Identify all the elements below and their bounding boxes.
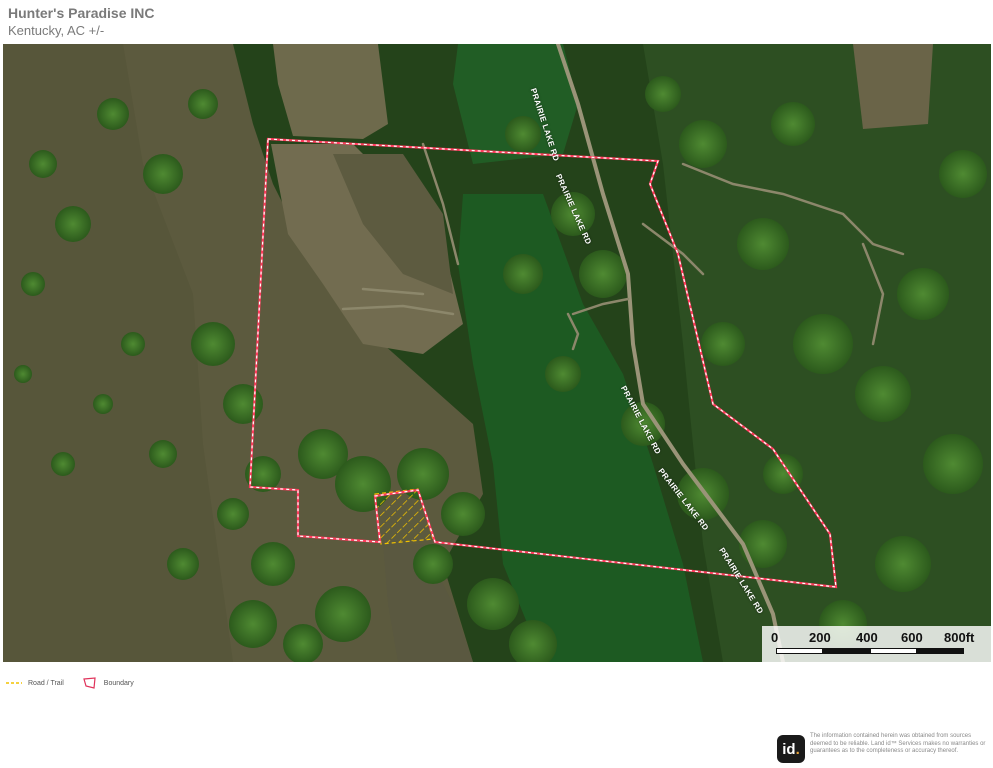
legend-label: Road / Trail (28, 679, 64, 687)
landid-logo: id. (777, 735, 805, 763)
legend-item-boundary: Boundary (82, 676, 134, 690)
scale-segment (870, 648, 917, 654)
scale-bar: 0 200 400 600 800ft (762, 626, 991, 662)
disclaimer-text: The information contained herein was obt… (810, 733, 986, 754)
scale-segment (776, 648, 823, 654)
scale-tick: 200 (809, 630, 831, 645)
scale-segment (917, 648, 964, 654)
scale-tick: 800ft (944, 630, 975, 645)
boundary-polygon-icon (83, 677, 96, 689)
map-legend: Road / Trail Boundary (6, 676, 152, 690)
scale-tick: 600 (901, 630, 923, 645)
aerial-imagery (3, 44, 991, 662)
scale-tick: 400 (856, 630, 878, 645)
trail-line-icon (6, 682, 22, 684)
legend-label: Boundary (103, 679, 134, 687)
aerial-map[interactable]: PRAIRIE LAKE RD PRAIRIE LAKE RD PRAIRIE … (3, 44, 991, 662)
scale-tick: 0 (771, 630, 779, 645)
legend-item-trail: Road / Trail (6, 680, 64, 687)
scale-segment (823, 648, 870, 654)
map-title: Hunter's Paradise INC (8, 5, 155, 21)
map-subtitle: Kentucky, AC +/- (8, 23, 105, 38)
